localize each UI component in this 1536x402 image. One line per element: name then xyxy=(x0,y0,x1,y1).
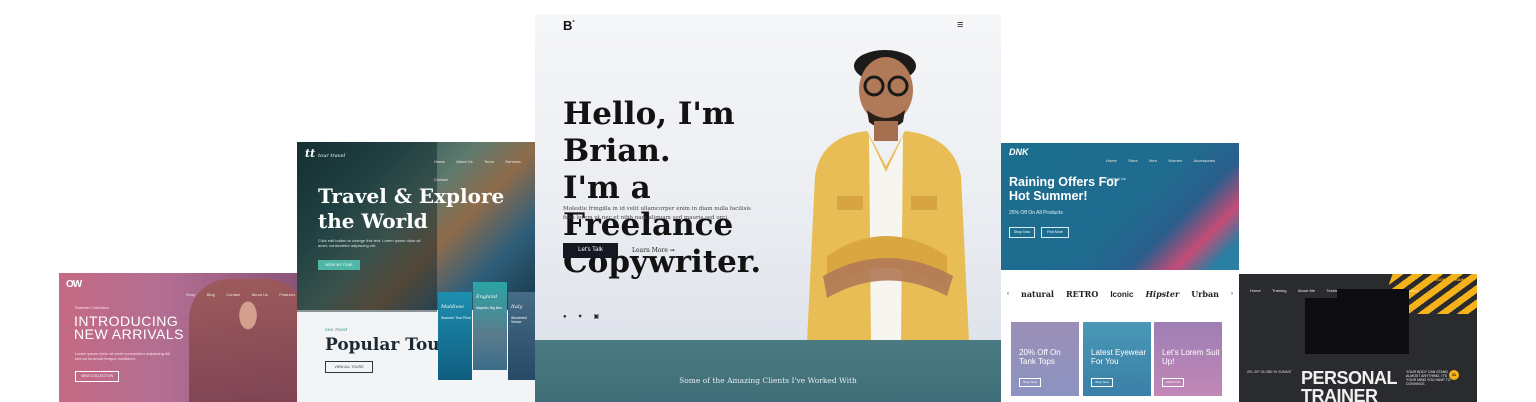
nav-item[interactable]: About Us xyxy=(456,159,472,164)
trainer-template-card[interactable]: Home Training About Me Testimonials Resu… xyxy=(1239,274,1477,402)
chevron-right-icon[interactable]: › xyxy=(1231,291,1233,297)
travel-logo: tt tour travel xyxy=(305,147,345,160)
portrait-photo xyxy=(807,50,969,342)
fashion-headline: INTRODUCING NEW ARRIVALS xyxy=(74,314,184,342)
travel-nav: Home About Us Tours Services Contact xyxy=(427,150,535,186)
brand-logo: Urban xyxy=(1191,289,1219,299)
headline-line: Hot Summer! xyxy=(1009,189,1088,203)
nav-item[interactable]: Blog xyxy=(207,292,215,297)
promo-title: Let's Lorem Suit Up! xyxy=(1162,348,1220,366)
tour-card[interactable]: England Majestic Big Ben xyxy=(473,282,507,370)
trainer-badge: 11 xyxy=(1449,370,1459,380)
brand-logo: RETRO xyxy=(1065,289,1099,299)
logo-mark: tt xyxy=(305,147,316,160)
learn-more-link[interactable]: Learn More ➞ xyxy=(632,243,675,258)
promo-button[interactable]: Shop Now xyxy=(1091,378,1113,387)
headline-line: NEW ARRIVALS xyxy=(74,326,184,342)
clients-heading: Some of the Amazing Clients I've Worked … xyxy=(679,376,857,385)
travel-template-card[interactable]: tt tour travel Home About Us Tours Servic… xyxy=(297,142,535,402)
travel-headline: Travel & Explore the World xyxy=(318,184,508,234)
promo-button[interactable]: Shop Now xyxy=(1019,378,1041,387)
brand-logos: ‹ natural RETRO Iconic Hipster Urban › xyxy=(1007,289,1233,299)
nav-item[interactable]: Services xyxy=(505,159,520,164)
twitter-icon[interactable]: ♥ xyxy=(578,314,587,320)
nav-item[interactable]: Contact xyxy=(226,292,240,297)
headline-line: PERSONAL xyxy=(1301,368,1398,388)
shop-headline: Raining Offers For Hot Summer! xyxy=(1009,175,1159,203)
redacted-block xyxy=(1305,298,1409,354)
youtube-icon[interactable]: ▣ xyxy=(594,314,605,320)
headline-line: the World xyxy=(318,209,428,233)
copywriter-template-card[interactable]: B° ≡ Hello, I'm Brian. I'm a Freelance C… xyxy=(535,14,1001,402)
nav-item[interactable]: Women xyxy=(1168,158,1182,163)
nav-item[interactable]: Store xyxy=(1128,158,1138,163)
brian-subtext: Molestie fringilla in id velit ullamcorp… xyxy=(563,206,751,221)
tour-desc: Summer Tour Price xyxy=(441,316,471,320)
brand-logo: natural xyxy=(1021,289,1054,299)
find-more-button[interactable]: Find More xyxy=(1041,227,1069,238)
book-tour-button[interactable]: BOOK MY TOUR xyxy=(318,260,360,270)
nav-item[interactable]: Training xyxy=(1272,288,1286,293)
tour-desc: Wonderful Venice xyxy=(511,316,527,324)
trainer-left-text: ZEL ZIP GLOBE HI SUMMIT xyxy=(1247,370,1292,374)
shop-now-button[interactable]: Shop Now xyxy=(1009,227,1035,238)
trainer-headline: PERSONAL TRAINER xyxy=(1301,368,1398,402)
facebook-icon[interactable]: ● xyxy=(563,314,572,320)
logo-mark: ° xyxy=(572,20,575,27)
nav-item[interactable]: About Us xyxy=(252,292,268,297)
brand-logo: Hipster xyxy=(1145,289,1180,299)
nav-item[interactable]: Accessories xyxy=(1194,158,1216,163)
shop-logo: DNK xyxy=(1009,147,1029,157)
brian-logo: B° xyxy=(563,18,575,33)
promo-card[interactable]: Latest Eyewear For You Shop Now xyxy=(1083,322,1151,396)
shop-template-card[interactable]: DNK Home Store Men Women Accessories Con… xyxy=(1001,143,1239,402)
tour-title: Maldives xyxy=(441,304,464,310)
nav-item[interactable]: Men xyxy=(1149,158,1157,163)
promo-button[interactable]: Check Out xyxy=(1162,378,1184,387)
nav-item[interactable]: Features xyxy=(279,292,295,297)
nav-item[interactable]: Home xyxy=(1250,288,1261,293)
tour-title: England xyxy=(476,294,498,300)
shop-subtext: 25% Off On All Products xyxy=(1009,210,1063,216)
view-all-tours-button[interactable]: VIEW ALL TOURS xyxy=(325,361,373,373)
tour-title: Italy xyxy=(511,304,523,310)
lets-talk-button[interactable]: Let's Talk xyxy=(563,243,618,258)
headline-line: TRAINER xyxy=(1301,386,1378,402)
headline-line: Travel & Explore xyxy=(318,184,505,208)
chevron-left-icon[interactable]: ‹ xyxy=(1007,291,1009,297)
logo-sub: tour travel xyxy=(318,153,346,159)
tour-card[interactable]: Maldives Summer Tour Price xyxy=(438,292,472,380)
promo-card[interactable]: 20% Off On Tank Tops Shop Now xyxy=(1011,322,1079,396)
nav-item[interactable]: Contact xyxy=(434,177,448,182)
promo-title: 20% Off On Tank Tops xyxy=(1019,348,1061,366)
fashion-eyebrow: Summer Collection xyxy=(75,305,109,310)
fashion-template-card[interactable]: OW Shop Blog Contact About Us Features S… xyxy=(59,273,297,402)
nav-item[interactable]: Home xyxy=(434,159,445,164)
nav-item[interactable]: Shop xyxy=(186,292,195,297)
headline-line: Raining Offers For xyxy=(1009,175,1119,189)
logo-letter: B xyxy=(563,18,573,33)
headline-line: Hello, I'm Brian. xyxy=(563,96,735,169)
clients-band xyxy=(535,340,1001,402)
social-icons: ● ♥ ▣ xyxy=(563,313,604,320)
trainer-tag: PERSONAL TRAINER xyxy=(1429,277,1471,282)
promo-title: Latest Eyewear For You xyxy=(1091,348,1147,366)
fashion-subtext: Lorem ipsum dolor sit amet consectetur a… xyxy=(75,351,171,361)
fashion-logo: OW xyxy=(66,279,82,290)
nav-item[interactable]: About Me xyxy=(1298,288,1315,293)
tour-desc: Majestic Big Ben xyxy=(476,306,503,310)
view-collection-button[interactable]: VIEW COLLECTION xyxy=(75,371,119,382)
brand-logo: Iconic xyxy=(1110,289,1134,299)
nav-item[interactable]: Home xyxy=(1106,158,1117,163)
promo-card[interactable]: Let's Lorem Suit Up! Check Out xyxy=(1154,322,1222,396)
fashion-nav: Shop Blog Contact About Us Features xyxy=(179,283,295,301)
tours-eyebrow: see most xyxy=(325,327,348,333)
nav-item[interactable]: Tours xyxy=(484,159,494,164)
tour-card[interactable]: Italy Wonderful Venice xyxy=(508,292,535,380)
travel-subtext: Click edit button to change this text. L… xyxy=(318,238,421,248)
